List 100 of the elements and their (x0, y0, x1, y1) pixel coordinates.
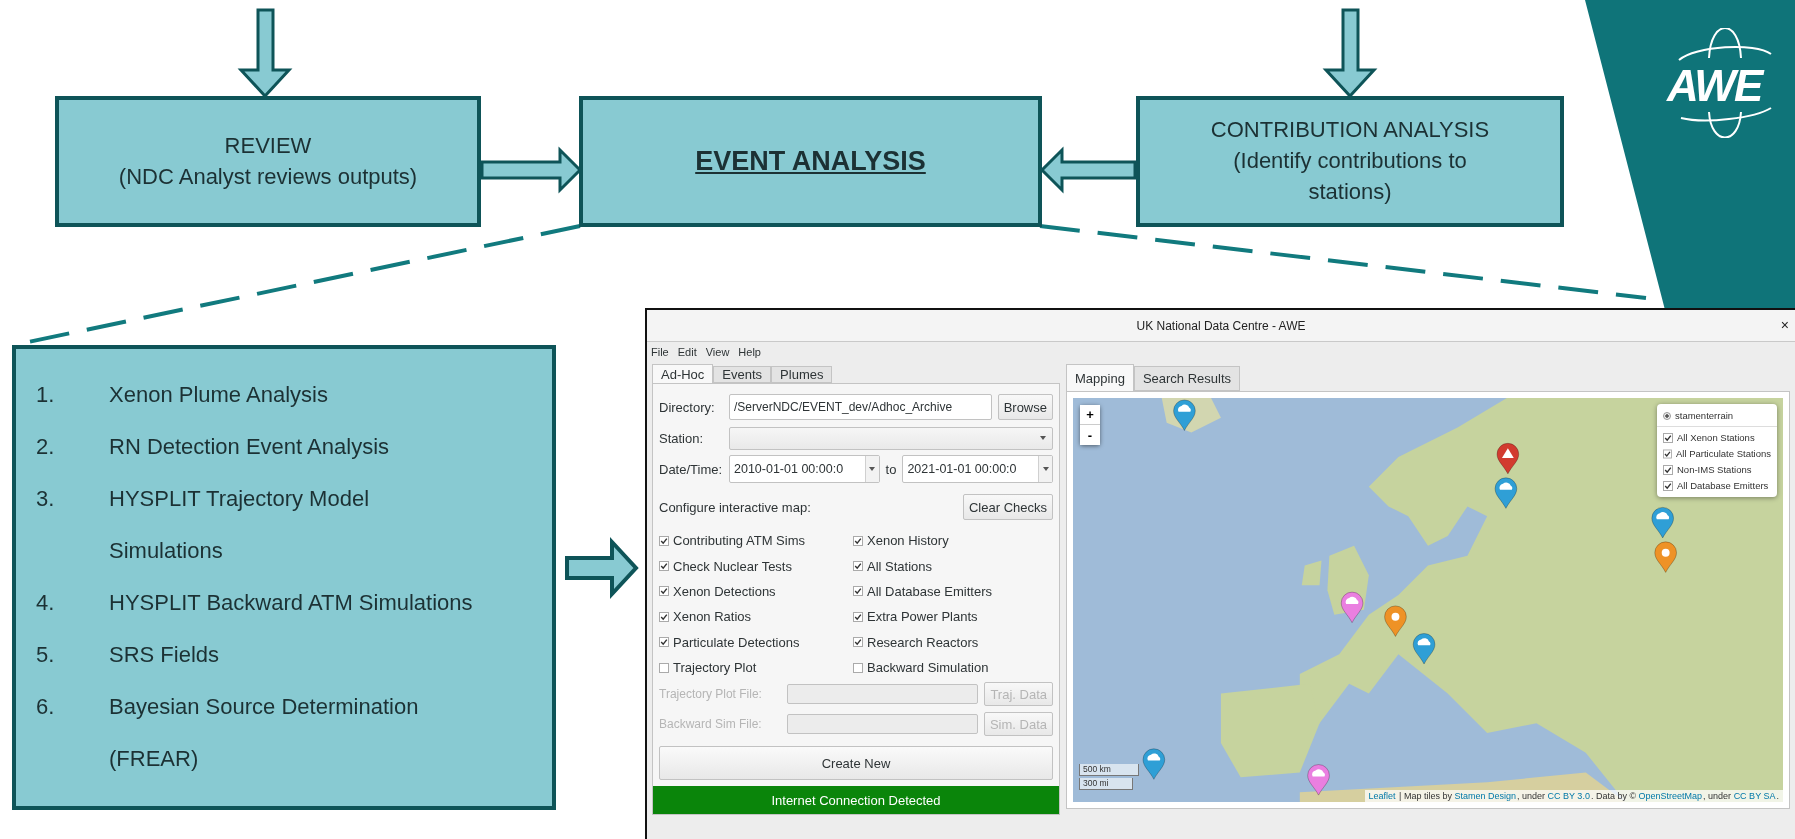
checked-checkbox[interactable] (1663, 464, 1673, 475)
checkbox-label: Xenon History (867, 533, 949, 549)
zoom-in-button[interactable]: + (1080, 405, 1100, 425)
map-pin-icon[interactable] (1496, 442, 1520, 475)
checked-checkbox[interactable] (853, 611, 863, 622)
box-subtitle: (Identify contributions to stations) (1232, 147, 1468, 206)
caret-icon (1040, 436, 1046, 440)
box-title: REVIEW (224, 131, 312, 160)
map-pin-icon[interactable] (1384, 605, 1407, 637)
checked-checkbox[interactable] (1663, 480, 1673, 491)
checked-checkbox[interactable] (853, 637, 863, 648)
box-subtitle: (NDC Analyst reviews outputs) (118, 162, 418, 191)
menu-item[interactable]: View (705, 346, 730, 358)
checkbox-label: Particulate Detections (673, 634, 800, 650)
layer-label: All Particulate Stations (1675, 448, 1771, 459)
checked-checkbox[interactable] (853, 535, 863, 546)
map-pin-icon[interactable] (1173, 399, 1196, 431)
checkbox-label: All Stations (867, 558, 933, 574)
step-text: Bayesian Source Determination (FREAR) (109, 693, 420, 773)
attribution-text: | Map tiles by (1398, 791, 1453, 801)
directory-field[interactable]: /ServerNDC/EVENT_dev/Adhoc_Archive (729, 394, 992, 420)
field-label: Backward Sim File: (659, 716, 763, 733)
checked-checkbox[interactable] (853, 586, 863, 597)
field-label: Station: (659, 430, 705, 446)
checkbox-label: Research Reactors (867, 634, 979, 650)
attribution-link[interactable]: CC BY SA (1733, 791, 1776, 801)
tab[interactable]: Search Results (1133, 366, 1241, 391)
close-button[interactable]: × (1778, 317, 1791, 333)
attribution-link[interactable]: OpenStreetMap (1638, 791, 1703, 801)
checkbox-label: Xenon Ratios (673, 609, 752, 625)
unchecked-checkbox[interactable] (853, 662, 863, 673)
checked-checkbox[interactable] (659, 586, 669, 597)
checkbox-label: Trajectory Plot (673, 660, 757, 676)
map-pin-icon[interactable] (1654, 541, 1677, 573)
box-title: EVENT ANALYSIS (695, 144, 926, 178)
file-field[interactable] (787, 684, 979, 705)
checked-checkbox[interactable] (1663, 448, 1672, 459)
checkbox-label: Check Nuclear Tests (673, 558, 792, 574)
checked-checkbox[interactable] (1663, 432, 1673, 443)
attribution-link[interactable]: Leaflet (1368, 791, 1396, 801)
tab[interactable]: Plumes (771, 366, 833, 383)
browse-button[interactable]: Browse (997, 394, 1053, 420)
attribution-link[interactable]: CC BY 3.0 (1547, 791, 1590, 801)
attribution-text: . Data by © (1590, 791, 1638, 801)
layer-label: All Database Emitters (1677, 480, 1769, 491)
box-title: CONTRIBUTION ANALYSIS (1210, 116, 1490, 145)
tab[interactable]: Mapping (1066, 364, 1134, 391)
step-text: HYSPLIT Backward ATM Simulations (109, 589, 473, 617)
checkbox-label: Backward Simulation (867, 660, 989, 676)
layer-label: stamenterrain (1675, 410, 1734, 421)
checked-checkbox[interactable] (659, 535, 669, 546)
checked-checkbox[interactable] (659, 611, 669, 622)
tab[interactable]: Ad-Hoc (652, 364, 714, 383)
step-text: SRS Fields (109, 641, 220, 669)
status-bar: Internet Connection Detected (653, 786, 1059, 815)
step-text: Xenon Plume Analysis (109, 381, 328, 409)
menu-item[interactable]: File (651, 346, 669, 358)
scale-bar: 300 mi (1079, 778, 1133, 790)
checked-checkbox[interactable] (659, 637, 669, 648)
map-pin-icon[interactable] (1142, 748, 1166, 780)
logo-text: AWE (1667, 61, 1762, 111)
range-separator: to (885, 461, 897, 477)
checkbox-label: Xenon Detections (673, 583, 776, 599)
file-field[interactable] (787, 714, 978, 735)
map-pin-icon[interactable] (1651, 506, 1675, 539)
caret-icon (869, 467, 876, 471)
checked-checkbox[interactable] (853, 561, 863, 572)
clear-checks-button[interactable]: Clear Checks (962, 494, 1053, 520)
attribution-text: . (1776, 791, 1779, 801)
field-label: Date/Time: (659, 461, 723, 477)
attribution-link[interactable]: Stamen Design (1454, 791, 1516, 801)
layer-label: All Xenon Stations (1677, 432, 1755, 443)
field-label: Directory: (659, 399, 716, 415)
step-number: 1. (36, 381, 56, 409)
map-pin-icon[interactable] (1340, 591, 1364, 624)
step-number: 6. (36, 693, 56, 721)
date-field[interactable]: 2010-01-01 00:00:0 (729, 455, 880, 483)
map-pin-icon[interactable] (1494, 477, 1518, 509)
zoom-out-button[interactable]: - (1080, 425, 1100, 445)
step-number: 2. (36, 433, 56, 461)
caret-icon (1042, 467, 1049, 471)
map-pin-icon[interactable] (1412, 633, 1436, 665)
date-field[interactable]: 2021-01-01 00:00:0 (902, 455, 1053, 483)
unchecked-checkbox[interactable] (659, 662, 669, 673)
checkbox-label: All Database Emitters (867, 583, 992, 599)
map-pin-icon[interactable] (1307, 764, 1330, 796)
field-label: Trajectory Plot File: (659, 686, 763, 703)
radio-button[interactable] (1663, 411, 1671, 420)
section-label: Configure interactive map: (659, 499, 811, 515)
step-text: HYSPLIT Trajectory Model Simulations (109, 485, 371, 565)
attribution-text: , under (1703, 791, 1733, 801)
create-new-button[interactable]: Create New (659, 746, 1053, 781)
tab[interactable]: Events (713, 366, 772, 383)
step-text: RN Detection Event Analysis (109, 433, 390, 461)
checked-checkbox[interactable] (659, 561, 669, 572)
window-title: UK National Data Centre - AWE (1136, 318, 1306, 333)
checkbox-label: Contributing ATM Sims (673, 533, 805, 549)
menu-item[interactable]: Help (738, 346, 761, 358)
menu-item[interactable]: Edit (677, 346, 697, 358)
layer-label: Non-IMS Stations (1677, 464, 1752, 475)
